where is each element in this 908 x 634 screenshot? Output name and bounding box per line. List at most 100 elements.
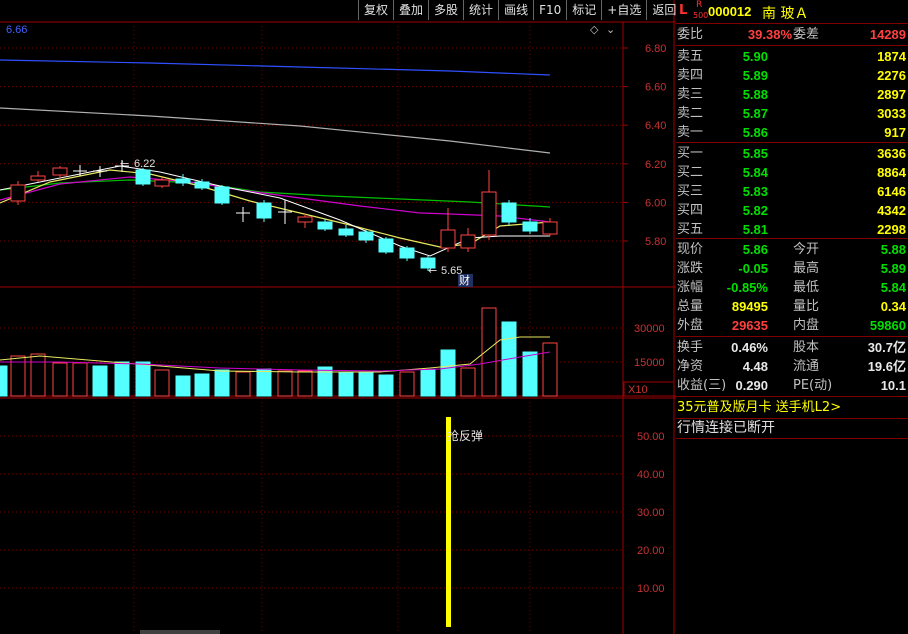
promo-link[interactable]: 35元普及版月卡 送手机L2> (677, 398, 841, 417)
fund-value-2: 30.7亿 (867, 340, 906, 355)
fund-label-2: 股本 (793, 340, 820, 355)
volume-bar[interactable] (317, 366, 333, 397)
toolbar-fuquan-button[interactable]: 复权 (358, 0, 393, 20)
candle-body[interactable] (297, 216, 313, 223)
ma-mid-line (0, 107, 551, 154)
stat-row: 涨跌 -0.05 最高 5.89 (676, 259, 908, 278)
volume-bar[interactable] (154, 369, 170, 397)
volume-bar[interactable] (175, 375, 191, 397)
stock-name[interactable]: 南 玻Ａ (762, 3, 808, 23)
ask-price: 5.89 (742, 68, 768, 83)
volume-bar[interactable] (194, 373, 210, 397)
toolbar-stats-button[interactable]: 统计 (463, 0, 498, 20)
fund-label: 换手 (677, 340, 704, 355)
volume-bar[interactable] (297, 370, 313, 397)
volume-bar[interactable] (542, 342, 558, 397)
volume-axis: 30000 15000 (634, 323, 665, 369)
price-axis: 6.80 6.60 6.40 6.20 6.00 5.80 (623, 43, 666, 248)
stat-label: 涨幅 (677, 280, 704, 295)
volume-bar[interactable] (481, 307, 497, 397)
candle-body[interactable] (154, 179, 170, 187)
volume-bar[interactable] (460, 367, 476, 397)
indicator-tick: 10.00 (637, 583, 665, 595)
toolbar-overlay-button[interactable]: 叠加 (393, 0, 428, 20)
volume-bars[interactable] (0, 307, 558, 397)
toolbar-draw-button[interactable]: 画线 (498, 0, 533, 20)
high-marker-arrow: ← (120, 157, 129, 170)
volume-bar[interactable] (52, 362, 68, 397)
ask-row: 卖五 5.90 1874 (676, 47, 908, 66)
candle-body[interactable] (501, 202, 517, 223)
fund-label-2: PE(动) (793, 378, 833, 393)
candle-body[interactable] (338, 228, 354, 236)
volume-bar[interactable] (522, 351, 538, 397)
volume-bar[interactable] (420, 369, 436, 397)
candle-body[interactable] (175, 178, 191, 184)
chart-area[interactable]: 6.80 6.60 6.40 6.20 6.00 5.80 30000 15000 50.0… (0, 0, 676, 634)
candle-body[interactable] (256, 202, 272, 219)
candle-body[interactable] (440, 229, 456, 249)
ask-volume: 917 (884, 125, 906, 140)
bid-price: 5.83 (742, 184, 768, 199)
weibi-label: 委比 (677, 27, 704, 42)
ask-volume: 2897 (877, 87, 906, 102)
volume-bar[interactable] (30, 353, 46, 397)
volume-bar[interactable] (235, 371, 251, 397)
stock-code[interactable]: 000012 (708, 4, 751, 19)
volume-bar[interactable] (72, 362, 88, 397)
candle-body[interactable] (52, 167, 68, 176)
volume-bar[interactable] (92, 365, 108, 397)
volume-bar[interactable] (378, 374, 394, 397)
volume-bar[interactable] (256, 368, 272, 397)
candle-body[interactable] (378, 238, 394, 253)
fund-value: 0.290 (735, 378, 768, 393)
volume-bar[interactable] (338, 372, 354, 397)
candle-body[interactable] (194, 181, 210, 189)
volume-bar[interactable] (135, 361, 151, 397)
candle-body[interactable] (399, 247, 415, 259)
candle-body[interactable] (358, 231, 374, 241)
toolbar-add-watchlist-button[interactable]: +自选 (601, 0, 646, 20)
bid-volume: 2298 (877, 222, 906, 237)
stat-label-2: 量比 (793, 299, 820, 314)
candle-body[interactable] (481, 191, 497, 236)
ask-label: 卖四 (677, 68, 704, 83)
toolbar-multi-stock-button[interactable]: 多股 (428, 0, 463, 20)
candle-body[interactable] (135, 169, 151, 185)
volume-bar[interactable] (0, 365, 8, 397)
stat-value: -0.85% (726, 280, 768, 295)
price-tick: 6.20 (645, 159, 666, 171)
candle-body[interactable] (460, 234, 476, 249)
chart-toolbar: 复权 叠加 多股 统计 画线 F10 标记 +自选 返回 (358, 0, 681, 20)
weicha-value: 14289 (869, 27, 906, 42)
volume-bar[interactable] (214, 369, 230, 397)
bid-label: 买二 (677, 165, 704, 180)
high-marker: 6.22 (134, 158, 155, 170)
volume-bar[interactable] (399, 371, 415, 397)
time-scroll[interactable] (140, 630, 220, 634)
toolbar-mark-button[interactable]: 标记 (566, 0, 601, 20)
candle-body[interactable] (10, 184, 26, 202)
weicha-label: 委差 (793, 27, 820, 42)
toolbar-f10-button[interactable]: F10 (533, 0, 566, 20)
finance-badge[interactable]: 财 (459, 273, 470, 287)
promo-row[interactable]: 35元普及版月卡 送手机L2> (676, 398, 908, 418)
volume-bar[interactable] (277, 370, 293, 397)
volume-bar[interactable] (358, 371, 374, 397)
candle-body[interactable] (317, 221, 333, 230)
price-tick: 6.60 (645, 82, 666, 94)
diamond-icon[interactable]: ◇ (590, 23, 599, 36)
candle-body[interactable] (30, 175, 46, 181)
fund-label: 净资 (677, 359, 704, 374)
stat-value-2: 5.88 (880, 242, 906, 257)
signal-bar[interactable] (446, 417, 451, 627)
badge-top: R (696, 0, 703, 10)
ask-label: 卖三 (677, 87, 704, 102)
fundamental-row: 收益(三) 0.290 PE(动) 10.1 (676, 376, 908, 395)
candle-body[interactable] (542, 221, 558, 235)
candle-body[interactable] (522, 221, 538, 232)
volume-bar[interactable] (440, 349, 456, 397)
candle-body[interactable] (214, 186, 230, 204)
dropdown-icon[interactable]: ⌄ (606, 23, 615, 36)
volume-bar[interactable] (114, 361, 130, 397)
